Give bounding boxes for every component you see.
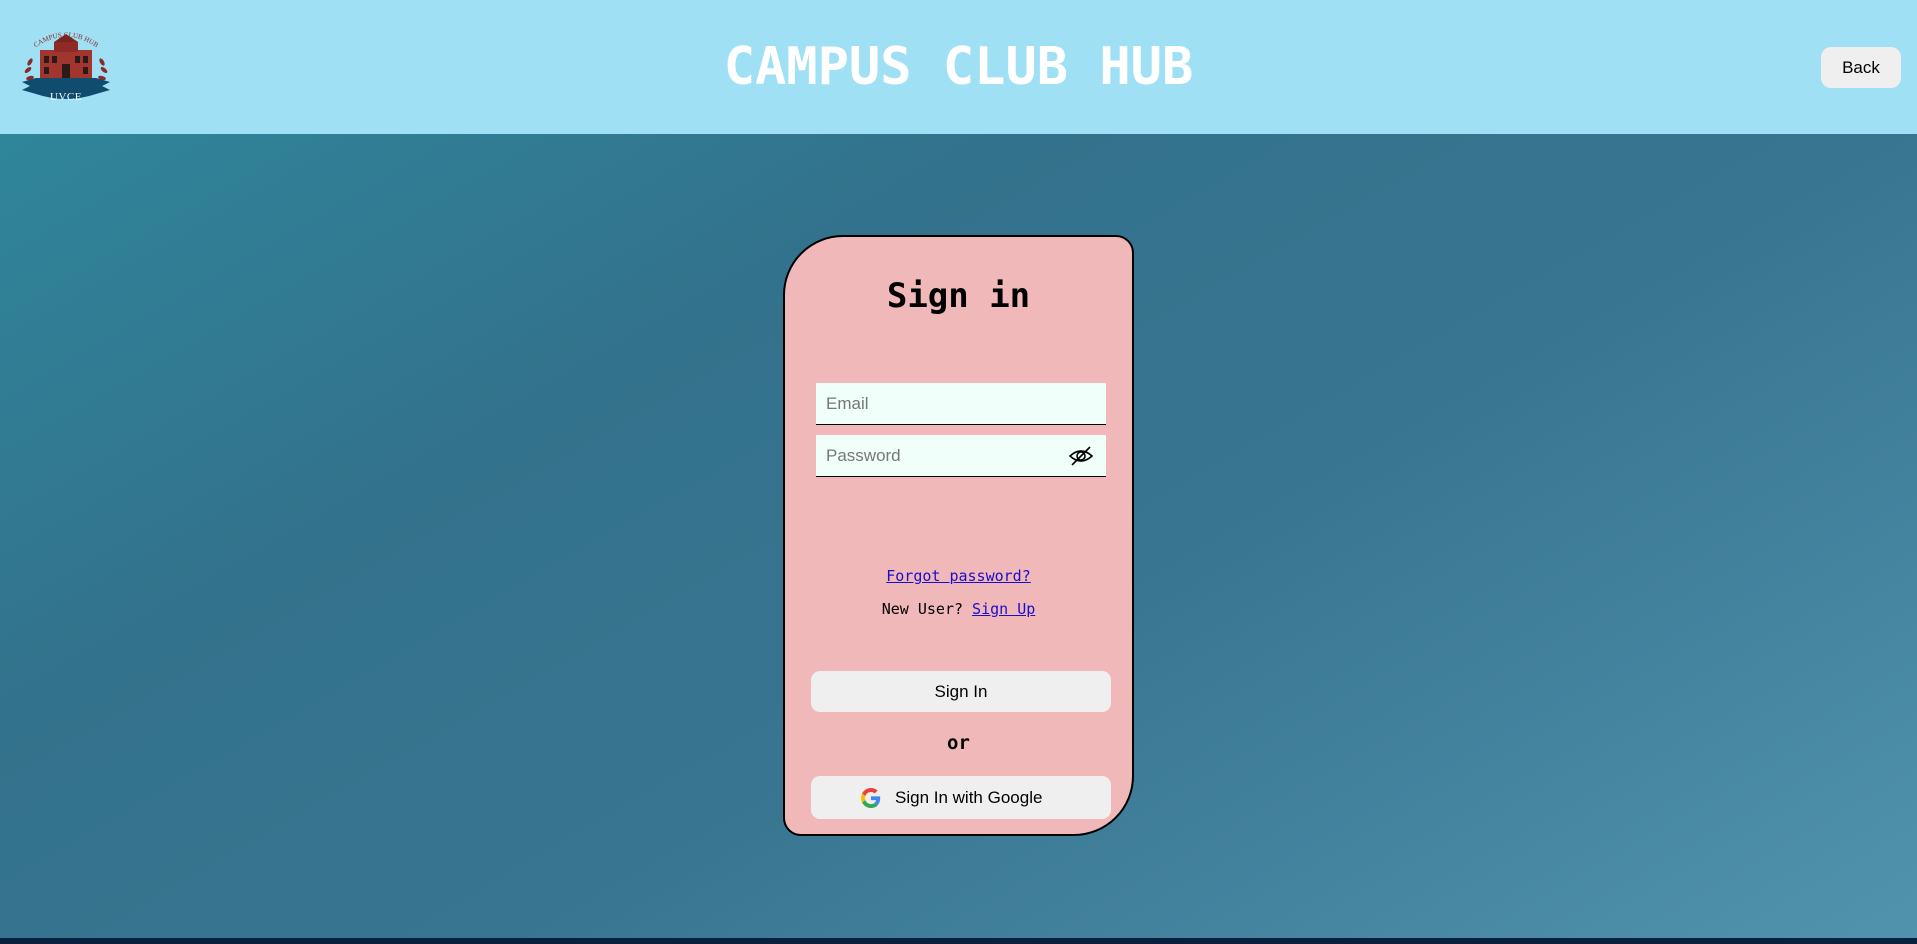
forgot-password-row: Forgot password? [785,567,1132,585]
new-user-text: New User? [881,600,964,618]
signup-row: New User? Sign Up [785,600,1132,618]
signin-button[interactable]: Sign In [811,671,1111,712]
or-divider: or [947,732,970,754]
email-field[interactable] [816,383,1106,425]
google-signin-button[interactable]: Sign In with Google [811,776,1111,819]
footer-bar [0,938,1917,944]
signup-link[interactable]: Sign Up [972,600,1035,618]
site-title: CAMPUS CLUB HUB [723,37,1194,97]
header: CAMPUS CLUB HUB UVCE CAMPUS CLUB HUB Bac… [0,0,1917,134]
eye-slash-icon[interactable] [1068,444,1094,468]
signin-card: Sign in Forgot password? New User? Sign … [783,235,1134,836]
password-field[interactable] [816,435,1106,477]
forgot-password-link[interactable]: Forgot password? [886,567,1031,585]
google-icon [861,788,881,808]
back-button[interactable]: Back [1821,47,1901,88]
signin-title: Sign in [886,276,1031,316]
google-signin-label: Sign In with Google [895,788,1043,807]
